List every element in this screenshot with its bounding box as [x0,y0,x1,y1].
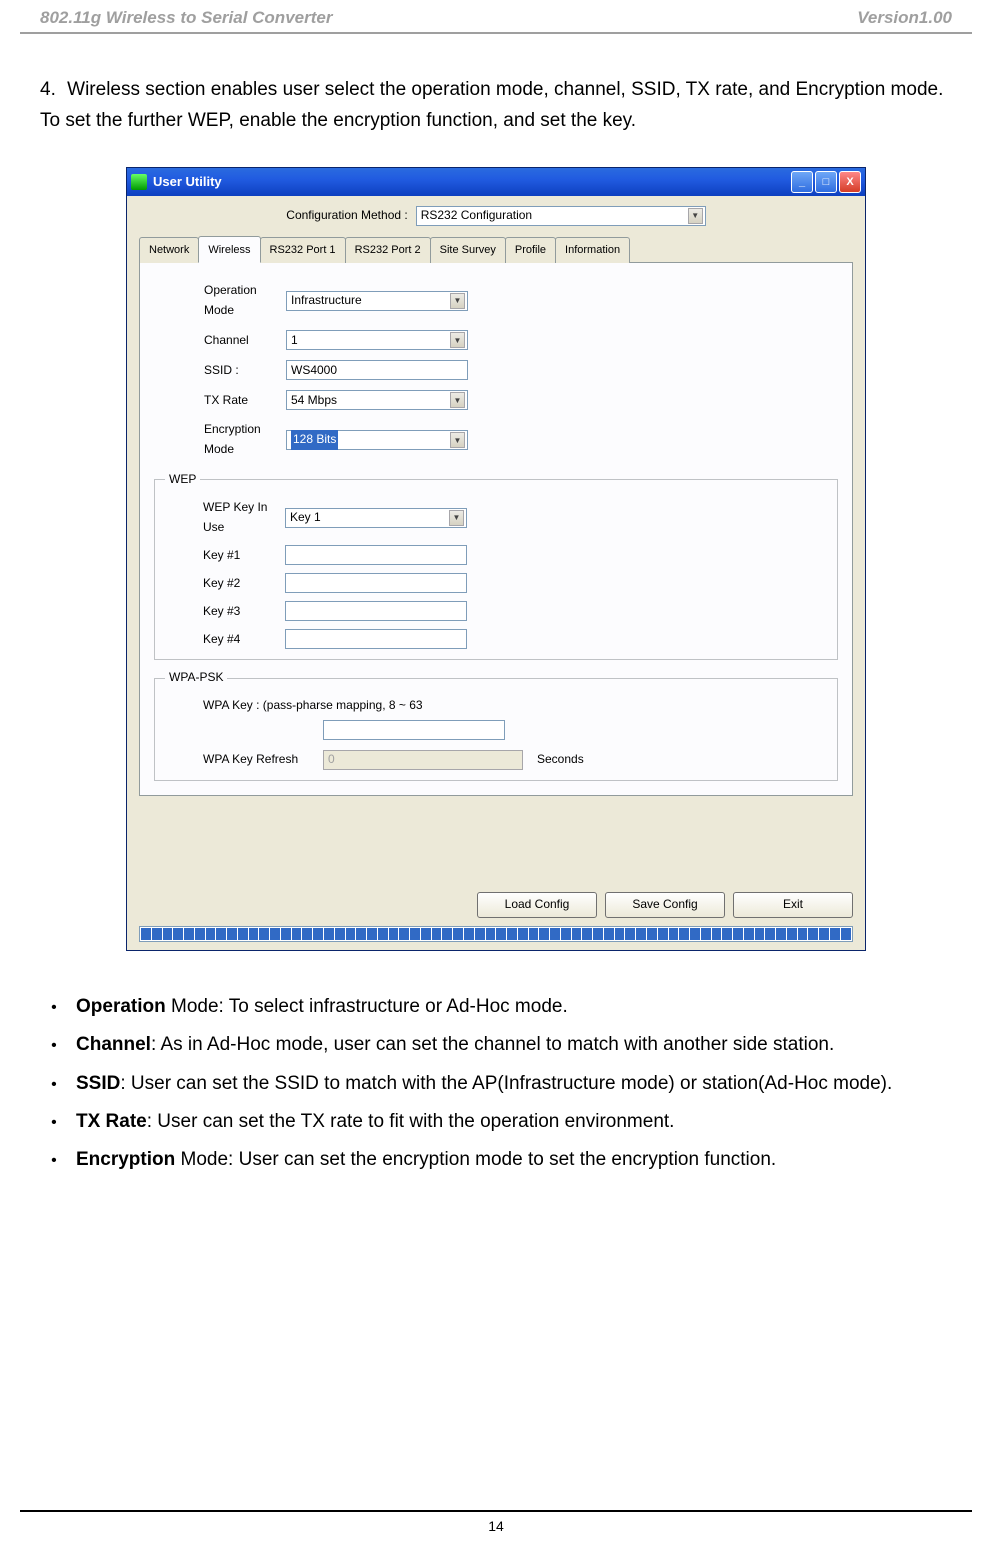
channel-row: Channel 1 ▼ [154,330,838,350]
step-text: Wireless section enables user select the… [40,79,943,131]
tab-rs232-port-2[interactable]: RS232 Port 2 [345,237,431,263]
wep-key-in-use-select[interactable]: Key 1 ▼ [285,508,467,528]
tab-profile[interactable]: Profile [505,237,556,263]
page-body: 4. Wireless section enables user select … [0,34,992,1202]
wpa-key-label: WPA Key : (pass-pharse mapping, 8 ~ 63 [165,696,827,716]
bullet-txrate: TX Rate: User can set the TX rate to fit… [70,1106,952,1138]
operation-mode-select[interactable]: Infrastructure ▼ [286,291,468,311]
wep-key3-input[interactable] [285,601,467,621]
wep-key2-row: Key #2 [165,573,827,593]
window-body: Configuration Method : RS232 Configurati… [127,196,865,950]
bullet-operation: Operation Mode: To select infrastructure… [70,991,952,1023]
wireless-pane: Operation Mode Infrastructure ▼ Channel … [139,263,853,796]
wpa-refresh-unit: Seconds [537,750,584,770]
wep-key4-row: Key #4 [165,629,827,649]
wep-key2-label: Key #2 [165,574,285,594]
ssid-row: SSID : WS4000 [154,360,838,380]
chevron-down-icon: ▼ [449,510,464,526]
screenshot-container: User Utility _ □ X Configuration Method … [40,167,952,951]
window-buttons: _ □ X [791,171,861,193]
chevron-down-icon: ▼ [450,293,465,309]
wpa-key-input-row [165,720,827,740]
wpa-legend: WPA-PSK [165,668,227,688]
tx-rate-select[interactable]: 54 Mbps ▼ [286,390,468,410]
window-title: User Utility [153,171,791,192]
operation-mode-label: Operation Mode [154,281,286,321]
wpa-group: WPA-PSK WPA Key : (pass-pharse mapping, … [154,668,838,781]
wpa-key-input[interactable] [323,720,505,740]
tab-information[interactable]: Information [555,237,630,263]
bullet-ssid: SSID: User can set the SSID to match wit… [70,1068,952,1100]
tabs: Network Wireless RS232 Port 1 RS232 Port… [139,236,853,263]
wep-key4-input[interactable] [285,629,467,649]
step-item: 4. Wireless section enables user select … [40,74,952,137]
tx-rate-row: TX Rate 54 Mbps ▼ [154,390,838,410]
header-right: Version1.00 [857,8,952,28]
wep-key1-label: Key #1 [165,546,285,566]
wpa-refresh-input: 0 [323,750,523,770]
tab-network[interactable]: Network [139,237,199,263]
tab-site-survey[interactable]: Site Survey [430,237,506,263]
channel-label: Channel [154,331,286,351]
wep-key3-row: Key #3 [165,601,827,621]
ssid-input[interactable]: WS4000 [286,360,468,380]
operation-mode-row: Operation Mode Infrastructure ▼ [154,281,838,321]
step-number: 4. [40,79,56,100]
wep-key-in-use-label: WEP Key In Use [165,498,285,538]
config-method-value: RS232 Configuration [421,206,684,226]
ssid-label: SSID : [154,361,286,381]
config-method-select[interactable]: RS232 Configuration ▼ [416,206,706,226]
wep-legend: WEP [165,470,200,490]
maximize-button[interactable]: □ [815,171,837,193]
wep-key1-row: Key #1 [165,545,827,565]
titlebar: User Utility _ □ X [127,168,865,196]
tx-rate-label: TX Rate [154,391,286,411]
encryption-label: Encryption Mode [154,420,286,460]
config-method-label: Configuration Method : [286,206,407,226]
app-icon [131,174,147,190]
wep-group: WEP WEP Key In Use Key 1 ▼ Key #1 [154,470,838,660]
minimize-button[interactable]: _ [791,171,813,193]
config-method-row: Configuration Method : RS232 Configurati… [139,206,853,226]
wep-key3-label: Key #3 [165,602,285,622]
channel-select[interactable]: 1 ▼ [286,330,468,350]
bullet-channel: Channel: As in Ad-Hoc mode, user can set… [70,1029,952,1061]
wep-key-in-use-row: WEP Key In Use Key 1 ▼ [165,498,827,538]
tab-wireless[interactable]: Wireless [198,236,260,263]
chevron-down-icon: ▼ [688,208,703,224]
bullet-list: Operation Mode: To select infrastructure… [70,991,952,1176]
wep-key4-label: Key #4 [165,630,285,650]
chevron-down-icon: ▼ [450,432,465,448]
wep-key2-input[interactable] [285,573,467,593]
tab-rs232-port-1[interactable]: RS232 Port 1 [260,237,346,263]
exit-button[interactable]: Exit [733,892,853,918]
wpa-refresh-row: WPA Key Refresh 0 Seconds [165,750,827,770]
close-button[interactable]: X [839,171,861,193]
wpa-refresh-label: WPA Key Refresh [203,750,323,770]
bottom-buttons: Load Config Save Config Exit [139,892,853,918]
page-header: 802.11g Wireless to Serial Converter Ver… [20,0,972,34]
wep-key1-input[interactable] [285,545,467,565]
progress-bar [139,926,853,942]
page-number: 14 [0,1510,992,1534]
chevron-down-icon: ▼ [450,332,465,348]
save-config-button[interactable]: Save Config [605,892,725,918]
bullet-encryption: Encryption Mode: User can set the encryp… [70,1144,952,1176]
app-window: User Utility _ □ X Configuration Method … [126,167,866,951]
encryption-row: Encryption Mode 128 Bits ▼ [154,420,838,460]
header-left: 802.11g Wireless to Serial Converter [40,8,332,28]
chevron-down-icon: ▼ [450,392,465,408]
load-config-button[interactable]: Load Config [477,892,597,918]
encryption-select[interactable]: 128 Bits ▼ [286,430,468,450]
